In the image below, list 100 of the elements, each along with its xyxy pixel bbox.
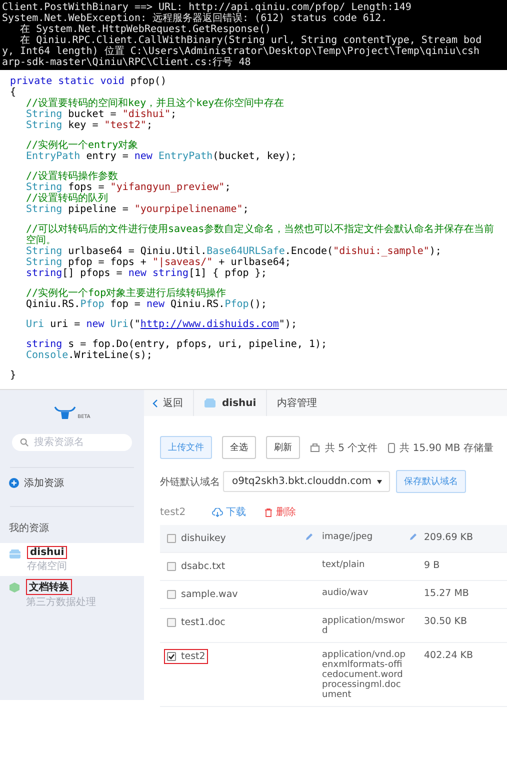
- console-line: 在 Qiniu.RPC.Client.CallWithBinary(String url, String contentType, Stream bod: [19, 35, 483, 46]
- file-count: 共 5 个文件: [325, 442, 378, 454]
- file-row[interactable]: dsabc.txt text/plain 9 B: [160, 553, 507, 581]
- checkbox[interactable]: [167, 618, 176, 627]
- code-text: key =: [67, 120, 100, 131]
- code-comment: //可以对转码后的文件进行使用saveas参数自定义命名，当然也可以不指定文件会默认命名并保存在当前空间。: [26, 224, 494, 246]
- code-comment: //实例化一个entry对象: [26, 140, 138, 151]
- bucket-title: dishui: [222, 398, 256, 408]
- file-size: 9 B: [424, 559, 440, 571]
- trash-icon: [264, 508, 273, 516]
- file-row[interactable]: sample.wav audio/wav 15.27 MB: [160, 581, 507, 609]
- toolbar-button[interactable]: 全选: [222, 436, 256, 459]
- code-text: fop =: [109, 299, 142, 310]
- code-text: [1] { pfop };: [188, 268, 267, 279]
- file-row[interactable]: test1.doc application/msword 30.50 KB: [160, 609, 507, 643]
- checkbox[interactable]: [167, 590, 176, 599]
- toolbar-button[interactable]: 刷新: [266, 436, 300, 459]
- code-string: "test2": [104, 120, 146, 131]
- resource-type: 存储空间: [27, 560, 68, 573]
- code-type: EntryPath: [26, 151, 80, 162]
- code-text: ;: [170, 109, 177, 120]
- code-text: uri =: [49, 319, 82, 330]
- code-type: Console: [26, 350, 68, 361]
- cube-icon: [9, 582, 20, 593]
- file-name: test1.doc: [181, 617, 226, 628]
- code-type: String: [26, 204, 62, 215]
- checkbox[interactable]: [167, 562, 176, 571]
- file-row[interactable]: dishuikey image/jpeg 209.69 KB: [160, 525, 507, 553]
- code-type: Uri: [26, 319, 44, 330]
- download-link[interactable]: 下载: [212, 505, 246, 519]
- code-text: fops =: [67, 182, 106, 193]
- delete-link[interactable]: 删除: [264, 505, 296, 519]
- console-line: 在 System.Net.HttpWebRequest.GetResponse(): [19, 24, 272, 35]
- section-tab[interactable]: 内容管理: [277, 396, 318, 410]
- code-keyword: new string: [128, 268, 189, 279]
- code-comment: //实例化一个fop对象主要进行后续转码操作: [26, 288, 226, 299]
- code-keyword: new: [86, 319, 106, 330]
- sidebar-item[interactable]: 文档转换 第三方数据处理: [0, 576, 144, 612]
- domain-select[interactable]: o9tq2skh3.bkt.clouddn.com: [223, 471, 390, 492]
- bucket-icon: [204, 398, 216, 408]
- file-type: text/plain: [322, 559, 366, 570]
- file-row[interactable]: test2 application/vnd.openxmlformats-officedocument.wordprocessingml.document 402.24 KB: [160, 643, 507, 707]
- code-comment: //设置要转码的空间和key，并且这个key在你空间中存在: [26, 98, 284, 109]
- code-text: pipeline =: [67, 204, 130, 215]
- code-keyword: string: [26, 339, 62, 350]
- add-resource-link[interactable]: 添加资源: [24, 476, 64, 490]
- code-text: ");: [278, 319, 297, 330]
- domain-label: 外链默认域名: [160, 476, 220, 488]
- code-type: Uri: [110, 319, 128, 330]
- code-brace: }: [10, 370, 16, 381]
- file-size: 30.50 KB: [424, 615, 467, 627]
- pencil-icon[interactable]: [305, 533, 313, 541]
- back-link[interactable]: 返回: [152, 396, 183, 410]
- selected-file-name: test2: [160, 506, 187, 518]
- code-type: String: [26, 246, 62, 257]
- code-text: Qiniu.RS.: [26, 299, 80, 310]
- file-type: image/jpeg: [322, 531, 374, 542]
- console-line: y, Int64 length) 位置 C:\Users\Administrator\Desktop\Temp\Project\Temp\qiniu\csh: [2, 46, 481, 57]
- code-keyword: new: [134, 151, 154, 162]
- code-type: String: [26, 257, 62, 268]
- code-text: ;: [224, 182, 231, 193]
- code-comment: //设置转码的队列: [26, 193, 108, 204]
- code-text: s = fop.Do(entry, pfops, uri, pipeline, 1);: [68, 339, 328, 350]
- resource-type: 第三方数据处理: [26, 596, 96, 609]
- search-field[interactable]: 搜索资源名: [12, 434, 132, 451]
- checkbox[interactable]: [167, 652, 176, 661]
- code-text: ;: [242, 204, 249, 215]
- code-text: urlbase64 = Qiniu.Util.: [67, 246, 207, 257]
- file-name: sample.wav: [181, 589, 238, 600]
- code-string: "dishui:_sample": [333, 246, 430, 257]
- code-string: "yifangyun_preview": [110, 182, 225, 193]
- code-type: Base64URLSafe: [206, 246, 285, 257]
- add-icon[interactable]: [9, 478, 19, 488]
- code-type: String: [26, 109, 62, 120]
- file-size: 402.24 KB: [424, 649, 474, 661]
- console-line: Client.PostWithBinary ==> URL: http://api.qiniu.com/pfop/ Length:149: [2, 2, 412, 13]
- dropdown-caret-icon: [377, 480, 382, 484]
- code-keyword: private static void: [10, 76, 124, 87]
- file-type: application/msword: [322, 615, 406, 636]
- code-brace: {: [10, 87, 16, 98]
- section-title: 我的资源: [8, 522, 50, 536]
- file-name: dishuikey: [181, 533, 226, 544]
- checkbox[interactable]: [167, 534, 176, 543]
- resource-name: dishui: [27, 546, 68, 559]
- code-type: EntryPath: [158, 151, 213, 162]
- code-keyword: string: [26, 268, 62, 279]
- code-string: "|saveas/": [152, 257, 213, 268]
- code-link[interactable]: http://www.dishuids.com: [140, 319, 279, 330]
- code-text: (bucket, key);: [212, 151, 297, 162]
- file-name: test2: [181, 651, 206, 662]
- code-text: ();: [248, 299, 267, 310]
- file-size: 15.27 MB: [424, 587, 469, 599]
- code-type: String: [26, 182, 62, 193]
- code-keyword: new: [146, 299, 164, 310]
- code-text: + urlbase64;: [218, 257, 291, 268]
- pencil-icon[interactable]: [409, 533, 417, 541]
- code-string: "yourpipelinename": [134, 204, 243, 215]
- code-type: Pfop: [224, 299, 249, 310]
- search-icon: [20, 438, 29, 447]
- sidebar-item[interactable]: dishui 存储空间: [0, 543, 144, 576]
